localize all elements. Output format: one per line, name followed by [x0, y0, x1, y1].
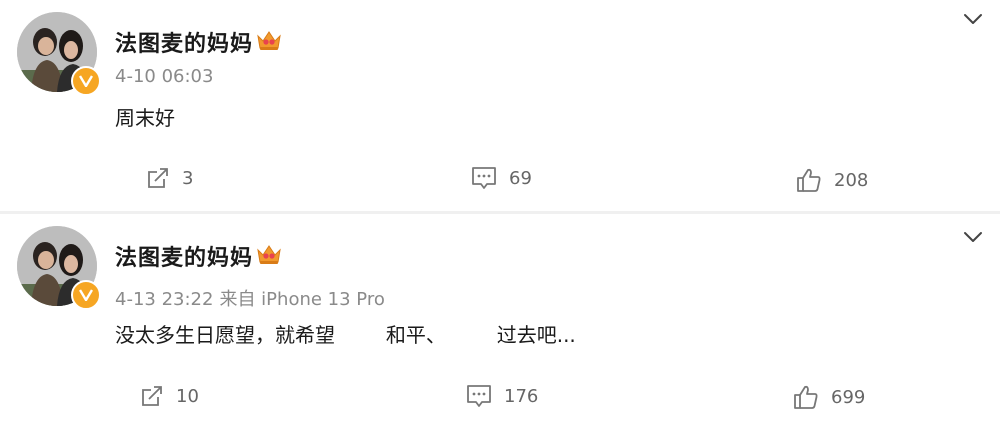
- post-source: 来自 iPhone 13 Pro: [219, 289, 385, 310]
- comment-icon: [472, 167, 496, 189]
- thumbs-up-icon: [797, 168, 821, 192]
- post-text: 周末好: [115, 106, 175, 130]
- post-card: 法图麦的妈妈 4-10 06:03 周末好 3 69 208: [0, 0, 1000, 212]
- comment-count: 69: [509, 167, 532, 189]
- vip-crown-icon: [257, 245, 281, 264]
- like-button[interactable]: 208: [796, 167, 868, 193]
- chevron-down-icon[interactable]: [962, 226, 984, 248]
- avatar[interactable]: [17, 226, 101, 310]
- repost-count: 10: [176, 385, 199, 407]
- comment-count: 176: [504, 385, 539, 407]
- post-card: 法图麦的妈妈 4-13 23:22 来自 iPhone 13 Pro 没太多生日愿…: [0, 214, 1000, 422]
- avatar[interactable]: [17, 12, 101, 96]
- verified-badge-icon: [71, 280, 101, 310]
- repost-count: 3: [182, 167, 194, 189]
- comment-button[interactable]: 176: [466, 384, 538, 408]
- username[interactable]: 法图麦的妈妈: [115, 240, 253, 272]
- timestamp[interactable]: 4-10 06:03: [115, 66, 213, 87]
- repost-button[interactable]: 3: [146, 166, 193, 190]
- chevron-down-icon[interactable]: [962, 8, 984, 30]
- like-count: 208: [834, 169, 869, 191]
- post-meta: 4-10 06:03: [115, 66, 213, 87]
- like-button[interactable]: 699: [793, 384, 865, 410]
- vip-crown-icon: [257, 31, 281, 50]
- repost-icon: [148, 168, 168, 188]
- comment-button[interactable]: 69: [471, 166, 532, 190]
- username[interactable]: 法图麦的妈妈: [115, 26, 253, 58]
- post-text: 没太多生日愿望，就希望 和平、 过去吧...: [115, 323, 576, 347]
- post-meta: 4-13 23:22 来自 iPhone 13 Pro: [115, 285, 385, 311]
- repost-icon: [142, 386, 162, 406]
- verified-badge-icon: [71, 66, 101, 96]
- like-count: 699: [831, 386, 866, 408]
- comment-icon: [467, 385, 491, 407]
- repost-button[interactable]: 10: [140, 384, 199, 408]
- thumbs-up-icon: [794, 385, 818, 409]
- timestamp[interactable]: 4-13 23:22: [115, 289, 213, 310]
